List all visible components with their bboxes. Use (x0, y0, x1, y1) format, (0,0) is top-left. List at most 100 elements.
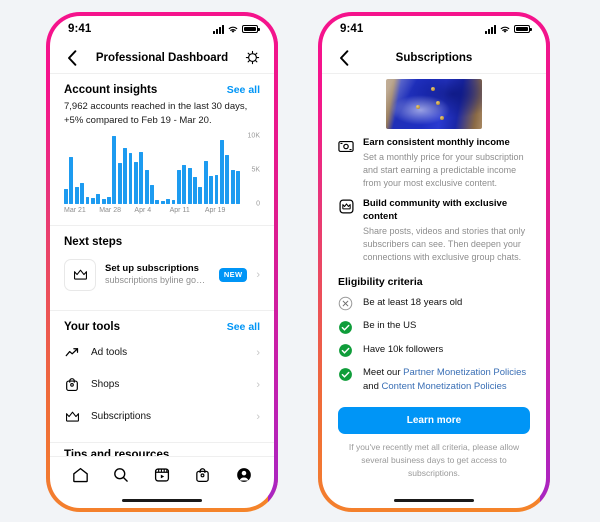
account-insights-header: Account insights See all (50, 74, 274, 100)
chart-y-tick: 0 (256, 200, 260, 208)
your-tools-see-all[interactable]: See all (227, 321, 260, 333)
your-tools-header: Your tools See all (50, 311, 274, 337)
sidebar-item-ad-tools[interactable]: Ad tools › (50, 337, 274, 369)
benefit-title: Earn consistent monthly income (363, 137, 510, 148)
chart-y-axis: 10K 5K 0 (240, 132, 260, 208)
chart-bar (187, 168, 192, 204)
chart-bar (64, 188, 68, 204)
tab-home[interactable] (71, 465, 90, 484)
chart-bar (193, 177, 197, 204)
chart-bar (101, 198, 106, 204)
navbar-left: Professional Dashboard (50, 42, 274, 74)
tool-label: Ad tools (91, 347, 128, 359)
tab-reels[interactable] (152, 465, 171, 484)
chart-bar (150, 184, 154, 204)
chart-bar (171, 200, 176, 204)
settings-gear-icon (245, 50, 259, 65)
bottom-tab-bar (50, 456, 274, 492)
x-circle-icon (338, 296, 353, 311)
wifi-icon (500, 26, 510, 33)
tab-shop[interactable] (193, 465, 212, 484)
chart-x-tick: Apr 19 (204, 206, 226, 214)
sidebar-item-shops[interactable]: Shops › (50, 369, 274, 401)
screen-professional-dashboard: 9:41 Professional Dashboard Account insi… (50, 16, 274, 508)
status-icon-group (485, 24, 532, 34)
screen-subscriptions: 9:41 Subscriptions Earn consistent month… (322, 16, 546, 508)
chart-x-axis: Mar 21 Mar 28 Apr 4 Apr 11 Apr 19 (64, 207, 260, 214)
home-indicator (50, 492, 274, 508)
status-bar-right: 9:41 (322, 16, 546, 42)
chart-bar (182, 165, 187, 204)
wifi-icon (228, 26, 238, 33)
home-indicator (322, 492, 546, 508)
shop-bag-icon (196, 467, 210, 482)
home-icon (73, 467, 88, 482)
chart-x-tick: Mar 28 (99, 206, 121, 214)
benefit-build-community: Build community with exclusive content S… (322, 190, 546, 264)
chevron-left-icon (340, 49, 349, 66)
link-partner-monetization-policies[interactable]: Partner Monetization Policies (403, 367, 526, 378)
chart-bar (117, 163, 122, 204)
status-icon-group (213, 24, 260, 34)
status-badge-new: NEW (218, 267, 248, 282)
signal-bars-icon (485, 24, 496, 34)
tab-search[interactable] (112, 465, 131, 484)
chart-bar (160, 200, 165, 204)
criterion-age: Be at least 18 years old (322, 292, 546, 316)
chart-bar (80, 183, 85, 204)
step-thumbnail (64, 258, 96, 291)
next-steps-title: Next steps (64, 235, 123, 248)
cta-container: Learn more (322, 397, 546, 435)
check-circle-icon (338, 343, 353, 358)
page-title: Professional Dashboard (95, 51, 229, 64)
settings-button[interactable] (243, 49, 261, 67)
reels-icon (154, 467, 170, 482)
link-content-monetization-policies[interactable]: Content Monetization Policies (382, 381, 507, 392)
step-text-block: Set up subscriptions subscriptions bylin… (105, 263, 210, 287)
sidebar-item-subscriptions[interactable]: Subscriptions › (50, 401, 274, 433)
benefit-body: Set a monthly price for your subscriptio… (363, 151, 524, 188)
chart-bar (225, 155, 230, 204)
your-tools-title: Your tools (64, 320, 121, 333)
search-icon (114, 467, 128, 482)
back-button[interactable] (63, 49, 81, 67)
benefit-text-block: Earn consistent monthly income Set a mon… (363, 137, 530, 190)
chevron-right-icon: › (256, 378, 260, 391)
tool-label: Shops (91, 379, 120, 391)
check-circle-icon (338, 367, 353, 382)
subscriptions-scroll-body[interactable]: Earn consistent monthly income Set a mon… (322, 74, 546, 492)
tab-profile[interactable] (234, 465, 253, 484)
chart-bar (139, 151, 144, 204)
reach-chart: 10K 5K 0 Mar 21 Mar 28 Apr 4 Apr 11 Apr 19 (50, 132, 274, 216)
status-time: 9:41 (340, 23, 364, 35)
crown-badge-icon (338, 199, 354, 215)
crown-icon (73, 269, 87, 280)
account-insights-see-all[interactable]: See all (227, 84, 260, 96)
chart-bar (107, 197, 111, 204)
criterion-us: Be in the US (322, 315, 546, 339)
chevron-right-icon: › (256, 410, 260, 423)
phone-right-subscriptions: 9:41 Subscriptions Earn consistent month… (318, 12, 550, 512)
criterion-label: Have 10k followers (363, 343, 444, 355)
hero-image-jacket (386, 79, 482, 129)
tips-and-resources-header: Tips and resources (50, 443, 274, 456)
chart-bar (230, 169, 235, 204)
criterion-label: Be at least 18 years old (363, 296, 463, 308)
chart-bar (74, 186, 79, 204)
criterion-label: Be in the US (363, 320, 417, 332)
eligibility-criteria-title: Eligibility criteria (338, 275, 423, 288)
chart-bar (155, 200, 160, 204)
dashboard-scroll-body[interactable]: Account insights See all 7,962 accounts … (50, 74, 274, 456)
chart-bar (69, 157, 74, 204)
chart-bar (144, 169, 149, 204)
chart-bar (96, 194, 101, 204)
check-circle-icon (338, 320, 353, 335)
chart-bar (85, 197, 90, 204)
chart-x-tick: Apr 11 (169, 206, 190, 214)
back-button[interactable] (335, 49, 353, 67)
learn-more-button[interactable]: Learn more (338, 407, 530, 435)
chart-y-tick: 5K (251, 166, 260, 174)
chart-bar (198, 187, 203, 204)
phone-left-professional-dashboard: 9:41 Professional Dashboard Account insi… (46, 12, 278, 512)
next-step-set-up-subscriptions[interactable]: Set up subscriptions subscriptions bylin… (50, 252, 274, 301)
